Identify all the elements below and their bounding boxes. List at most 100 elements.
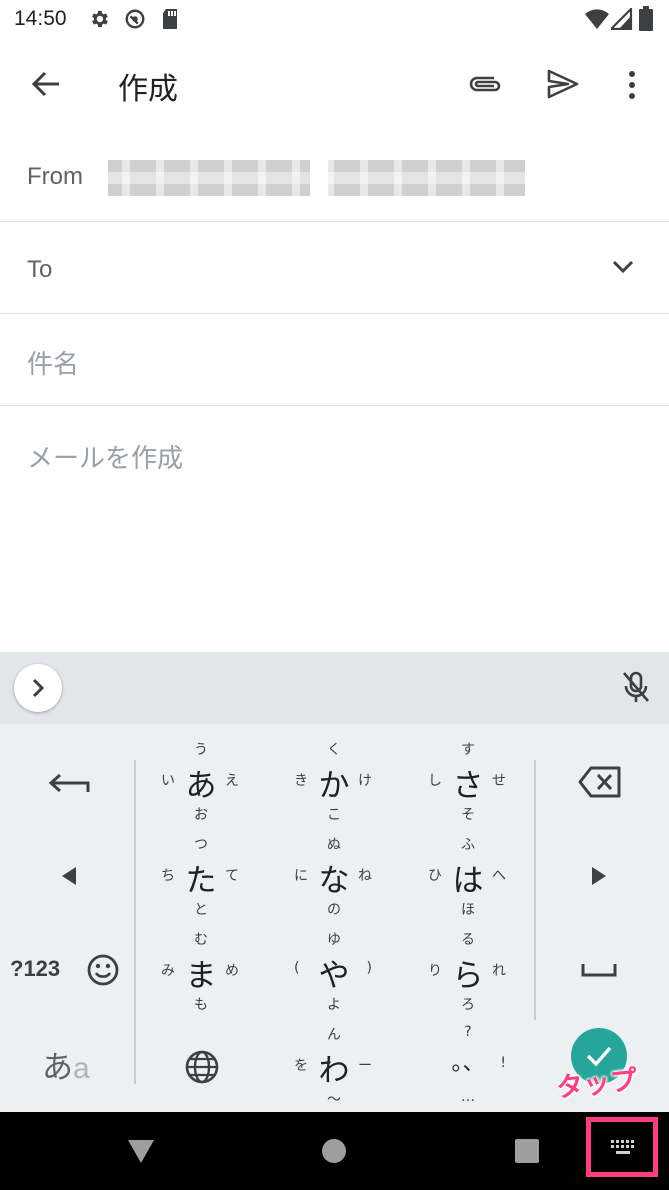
- back-arrow-icon[interactable]: [30, 70, 62, 98]
- more-options-icon[interactable]: [626, 70, 638, 100]
- kana-key-main: ら: [452, 958, 484, 994]
- kana-key-top: く: [327, 742, 341, 758]
- redaction-gap: [310, 160, 328, 196]
- kana-key-left: き: [294, 773, 308, 789]
- kana-key-main: な: [318, 863, 350, 899]
- kana-key-top: ゆ: [327, 932, 341, 948]
- kana-key-bottom: よ: [327, 997, 341, 1013]
- kana-key-right: れ: [492, 963, 506, 979]
- battery-icon: [639, 6, 653, 31]
- kana-key-bottom: も: [194, 997, 208, 1013]
- kana-key-top: ん: [327, 1027, 341, 1043]
- kana-key[interactable]: かくき けこ: [274, 735, 394, 825]
- kana-key-right: ね: [358, 868, 372, 884]
- keyboard-switch-icon[interactable]: [609, 1138, 637, 1156]
- kana-key-right: ): [366, 960, 372, 976]
- kana-key-main: た: [185, 863, 217, 899]
- subject-row[interactable]: 件名: [0, 314, 669, 406]
- kana-key-main: あ: [185, 768, 217, 804]
- tap-annotation: タップ: [554, 1064, 639, 1105]
- kana-key[interactable]: らるり れろ: [408, 925, 528, 1015]
- cursor-right-icon[interactable]: [590, 866, 608, 886]
- kana-key-left: (: [294, 960, 300, 976]
- from-label: From: [27, 163, 83, 190]
- kana-key-bottom: 〜: [327, 1092, 341, 1108]
- kana-key-right: え: [225, 773, 239, 789]
- undo-arrow-icon[interactable]: [46, 772, 92, 796]
- sd-card-icon: [163, 9, 177, 29]
- kana-key[interactable]: わんを ー〜: [274, 1020, 394, 1110]
- nav-recents-icon[interactable]: [514, 1138, 540, 1164]
- kana-key[interactable]: まむみ めも: [141, 925, 261, 1015]
- input-mode-key[interactable]: あa: [42, 1042, 90, 1087]
- kana-key-top: ふ: [461, 837, 475, 853]
- kana-key-left: ひ: [428, 868, 442, 884]
- kana-key-main: は: [452, 863, 484, 899]
- backspace-icon[interactable]: [578, 766, 622, 798]
- subject-input[interactable]: 件名: [27, 344, 79, 381]
- status-bar: 14:50: [0, 0, 669, 40]
- kana-key-top: つ: [194, 837, 208, 853]
- nav-home-icon[interactable]: [322, 1139, 346, 1163]
- kana-key-left: み: [161, 963, 175, 979]
- space-icon[interactable]: [580, 962, 618, 978]
- body-area[interactable]: メールを作成: [0, 406, 669, 652]
- kana-key-left: い: [161, 773, 175, 789]
- kana-key-main: わ: [318, 1053, 350, 1089]
- kana-key-main: さ: [452, 768, 484, 804]
- kana-key[interactable]: さすし せそ: [408, 735, 528, 825]
- attachment-icon[interactable]: [468, 72, 504, 96]
- emoji-icon[interactable]: [86, 953, 120, 987]
- kana-key[interactable]: 。、?!…: [408, 1020, 528, 1110]
- kana-key-top: う: [194, 742, 208, 758]
- kana-key[interactable]: あうい えお: [141, 735, 261, 825]
- kana-key-top: ?: [464, 1024, 472, 1040]
- settings-icon: [92, 10, 108, 28]
- kana-key-bottom: ほ: [461, 902, 475, 918]
- kana-key[interactable]: やゆ () よ: [274, 925, 394, 1015]
- kana-key-right: け: [358, 773, 372, 789]
- mic-off-icon[interactable]: [620, 670, 652, 704]
- keyboard-divider-left: [134, 760, 136, 1084]
- status-time: 14:50: [14, 7, 67, 30]
- send-icon[interactable]: [546, 68, 580, 100]
- signal-icon: [611, 8, 633, 30]
- numeric-mode-key[interactable]: ?123: [10, 956, 60, 982]
- kana-key-right: て: [225, 868, 239, 884]
- dnd-icon: [125, 9, 145, 29]
- kana-key[interactable]: はふひ へほ: [408, 830, 528, 920]
- expand-toolbar-button[interactable]: [14, 664, 62, 712]
- kana-key-top: ぬ: [327, 837, 341, 853]
- nav-back-icon[interactable]: [127, 1138, 155, 1164]
- kana-key[interactable]: なぬに ねの: [274, 830, 394, 920]
- kana-key-top: る: [461, 932, 475, 948]
- from-row[interactable]: From: [0, 130, 669, 222]
- keyboard-divider-right: [534, 760, 536, 1020]
- kana-key-right: め: [225, 963, 239, 979]
- app-bar: 作成: [0, 40, 669, 130]
- kana-key-bottom: と: [194, 902, 208, 918]
- kana-key-right: ー: [358, 1058, 372, 1074]
- kana-key-left: ち: [161, 868, 175, 884]
- kana-key-left: に: [294, 868, 308, 884]
- chevron-right-icon: [32, 678, 45, 698]
- kana-key-top: む: [194, 932, 208, 948]
- globe-icon[interactable]: [184, 1049, 220, 1085]
- body-input[interactable]: メールを作成: [27, 438, 183, 475]
- kana-key-bottom: の: [327, 902, 341, 918]
- page-title: 作成: [118, 72, 178, 107]
- to-row[interactable]: To: [0, 222, 669, 314]
- cursor-left-icon[interactable]: [60, 866, 78, 886]
- wifi-icon: [585, 9, 609, 29]
- kana-key-bottom: …: [461, 1089, 475, 1105]
- kana-key-left: し: [428, 773, 442, 789]
- kana-key-bottom: ろ: [461, 997, 475, 1013]
- kana-key-main: 。、: [451, 1051, 485, 1076]
- kana-key-bottom: お: [194, 807, 208, 823]
- kana-key[interactable]: たつち てと: [141, 830, 261, 920]
- kana-key-main: や: [318, 958, 350, 994]
- chevron-down-icon[interactable]: [612, 260, 634, 274]
- navigation-bar: [0, 1112, 669, 1190]
- kana-key-bottom: こ: [327, 807, 341, 823]
- kana-key-bottom: そ: [461, 807, 475, 823]
